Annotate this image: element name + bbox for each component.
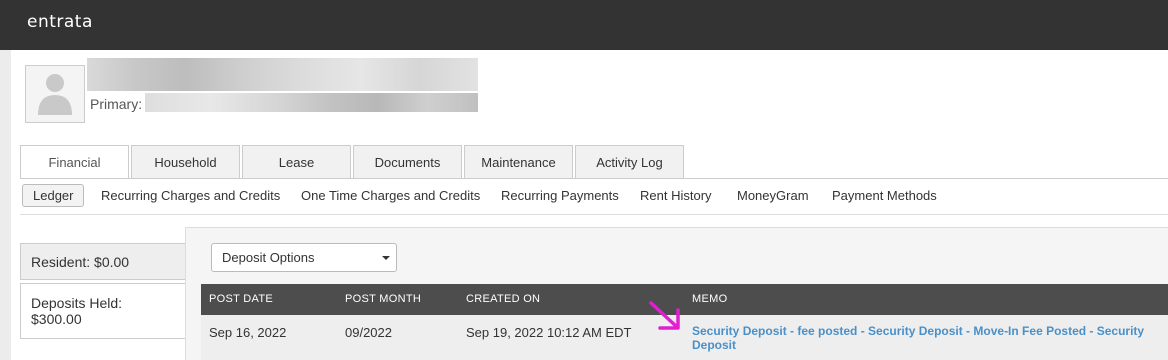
person-icon <box>38 74 72 115</box>
tab-financial[interactable]: Financial <box>20 145 129 179</box>
tab-lease[interactable]: Lease <box>242 145 351 178</box>
subnav-recurring-charges[interactable]: Recurring Charges and Credits <box>101 188 280 203</box>
column-post-month[interactable]: POST MONTH <box>345 293 421 305</box>
deposit-options-value: Deposit Options <box>222 250 315 265</box>
deposits-held-amount: $300.00 <box>31 311 82 327</box>
resident-balance-label: Resident: $0.00 <box>31 254 130 270</box>
redacted-primary-contact <box>145 93 478 112</box>
subnav-payment-methods[interactable]: Payment Methods <box>832 188 937 203</box>
tab-documents[interactable]: Documents <box>353 145 462 178</box>
column-memo[interactable]: MEMO <box>692 293 727 305</box>
resident-balance[interactable]: Resident: $0.00 <box>20 243 186 280</box>
cell-post-date: Sep 16, 2022 <box>209 325 287 340</box>
primary-label: Primary: <box>90 96 143 112</box>
tab-activity-log[interactable]: Activity Log <box>575 145 684 178</box>
deposits-held-label: Deposits Held: <box>31 295 123 311</box>
subnav-one-time-charges[interactable]: One Time Charges and Credits <box>301 188 480 203</box>
avatar <box>25 65 85 123</box>
subnav-ledger[interactable]: Ledger <box>22 184 85 207</box>
column-post-date[interactable]: POST DATE <box>209 293 273 305</box>
entrata-logo[interactable]: entrata <box>27 12 93 32</box>
table-header: POST DATE POST MONTH CREATED ON MEMO <box>201 284 1168 315</box>
subnav-moneygram[interactable]: MoneyGram <box>737 188 809 203</box>
subnav-rent-history[interactable]: Rent History <box>640 188 712 203</box>
cell-memo-link[interactable]: Security Deposit - fee posted - Security… <box>692 324 1168 352</box>
tab-maintenance[interactable]: Maintenance <box>464 145 573 178</box>
cell-created-on: Sep 19, 2022 10:12 AM EDT <box>466 325 632 340</box>
cell-post-month: 09/2022 <box>345 325 392 340</box>
subnav-recurring-payments[interactable]: Recurring Payments <box>501 188 619 203</box>
redacted-name <box>87 58 478 91</box>
tab-household[interactable]: Household <box>131 145 240 178</box>
table-row[interactable]: Sep 16, 2022 09/2022 Sep 19, 2022 10:12 … <box>201 315 1168 360</box>
deposits-held[interactable]: Deposits Held: $300.00 <box>20 283 186 339</box>
deposit-options-select[interactable]: Deposit Options <box>211 243 397 272</box>
column-created-on[interactable]: CREATED ON <box>466 293 540 305</box>
financial-subnav: Ledger Recurring Charges and Credits One… <box>20 179 1168 215</box>
annotation-arrow-icon <box>649 301 680 330</box>
caret-down-icon <box>382 256 390 260</box>
top-bar: entrata <box>0 0 1168 50</box>
